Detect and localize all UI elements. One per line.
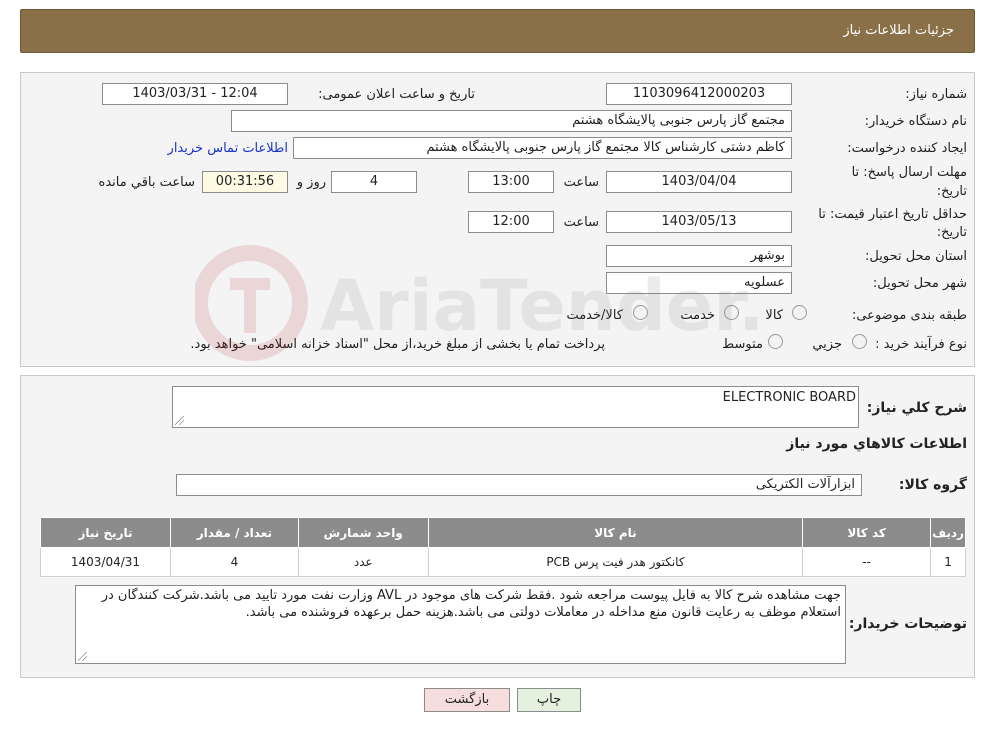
province-field[interactable]: بوشهر xyxy=(606,245,792,267)
deadline-time-label: ساعت xyxy=(563,175,599,190)
cell-date: 1403/04/31 xyxy=(40,547,171,577)
process-minor-label: جزیي xyxy=(812,337,842,352)
requester-field[interactable]: کاظم دشتی کارشناس کالا مجتمع گاز پارس جن… xyxy=(293,137,792,159)
resize-grip-icon[interactable] xyxy=(175,416,184,425)
col-code-header: کد کالا xyxy=(802,517,932,548)
summary-textarea[interactable]: ELECTRONIC BOARD xyxy=(172,386,859,428)
announce-datetime-field[interactable]: 1403/03/31 - 12:04 xyxy=(102,83,288,105)
validity-time-label: ساعت xyxy=(563,215,599,230)
announce-datetime-label: تاریخ و ساعت اعلان عمومی: xyxy=(318,87,475,102)
col-row-header: رديف xyxy=(930,517,966,548)
page-header: جزئیات اطلاعات نیاز xyxy=(20,9,975,53)
summary-label: شرح كلي نياز: xyxy=(866,400,967,416)
table-row: 1 -- کانکتور هدر فیت پرس PCB عدد 4 1403/… xyxy=(40,547,966,577)
city-field[interactable]: عسلویه xyxy=(606,272,792,294)
need-number-label: شماره نیاز: xyxy=(905,87,967,102)
cell-quantity: 4 xyxy=(169,547,299,577)
process-minor-radio[interactable] xyxy=(852,334,867,349)
remaining-days-field[interactable]: 4 xyxy=(331,171,417,193)
validity-label: حداقل تاریخ اعتبار قیمت: تا xyxy=(818,207,967,222)
days-label: روز و xyxy=(296,175,326,190)
goods-group-label: گروه کالا: xyxy=(898,477,967,493)
deadline-date-field[interactable]: 1403/04/04 xyxy=(606,171,792,193)
buyer-notes-label: توضیحات خریدار: xyxy=(848,616,967,632)
category-goods-radio[interactable] xyxy=(792,305,807,320)
cell-unit: عدد xyxy=(297,547,429,577)
items-table-wrap: رديف کد کالا نام کالا واحد شمارش تعداد /… xyxy=(40,517,966,577)
requester-label: ایجاد کننده درخواست: xyxy=(847,141,967,156)
goods-group-field[interactable]: ابزارآلات الکتریکی xyxy=(176,474,862,496)
process-medium-radio[interactable] xyxy=(768,334,783,349)
deadline-time-field[interactable]: 13:00 xyxy=(468,171,554,193)
deadline-label-date: تاریخ: xyxy=(936,184,967,199)
col-name-header: نام کالا xyxy=(427,517,804,548)
city-label: شهر محل تحویل: xyxy=(872,276,967,291)
items-table-header-row: رديف کد کالا نام کالا واحد شمارش تعداد /… xyxy=(40,517,966,548)
category-both-label: کالا/خدمت xyxy=(566,308,623,323)
items-heading: اطلاعات كالاهاي مورد نياز xyxy=(786,436,967,452)
cell-code: -- xyxy=(802,547,932,577)
col-quantity-header: تعداد / مقدار xyxy=(169,517,299,548)
province-label: استان محل تحویل: xyxy=(865,249,967,264)
deadline-label: مهلت ارسال پاسخ: تا xyxy=(851,165,967,180)
validity-label-date: تاریخ: xyxy=(936,225,967,240)
summary-text: ELECTRONIC BOARD xyxy=(722,390,856,405)
process-type-label: نوع فرآیند خرید : xyxy=(875,337,967,352)
notes-resize-grip-icon[interactable] xyxy=(78,652,87,661)
buyer-org-label: نام دستگاه خریدار: xyxy=(864,114,967,129)
need-number-field[interactable]: 1103096412000203 xyxy=(606,83,792,105)
page-title: جزئیات اطلاعات نیاز xyxy=(843,23,954,38)
process-note: پرداخت تمام یا بخشی از مبلغ خرید،از محل … xyxy=(190,337,605,352)
buyer-notes-text: جهت مشاهده شرح کالا به فایل پیوست مراجعه… xyxy=(101,588,841,620)
category-goods-label: کالا xyxy=(765,308,783,323)
category-both-radio[interactable] xyxy=(633,305,648,320)
remaining-time-label: ساعت باقي مانده xyxy=(98,175,195,190)
items-table: رديف کد کالا نام کالا واحد شمارش تعداد /… xyxy=(40,517,966,577)
validity-time-field[interactable]: 12:00 xyxy=(468,211,554,233)
validity-date-field[interactable]: 1403/05/13 xyxy=(606,211,792,233)
print-button[interactable]: چاپ xyxy=(517,688,581,712)
cell-row: 1 xyxy=(930,547,966,577)
buyer-contact-link[interactable]: اطلاعات تماس خریدار xyxy=(168,141,288,156)
cell-name: کانکتور هدر فیت پرس PCB xyxy=(427,547,804,577)
buyer-notes-textarea[interactable]: جهت مشاهده شرح کالا به فایل پیوست مراجعه… xyxy=(75,585,846,664)
category-label: طبقه بندی موضوعی: xyxy=(851,308,967,323)
col-unit-header: واحد شمارش xyxy=(297,517,429,548)
remaining-time-field: 00:31:56 xyxy=(202,171,288,193)
category-service-label: خدمت xyxy=(680,308,715,323)
back-button[interactable]: بازگشت xyxy=(424,688,510,712)
process-medium-label: متوسط xyxy=(722,337,763,352)
col-date-header: تاریخ نیاز xyxy=(40,517,171,548)
category-service-radio[interactable] xyxy=(724,305,739,320)
buyer-org-field[interactable]: مجتمع گاز پارس جنوبی پالایشگاه هشتم xyxy=(231,110,792,132)
